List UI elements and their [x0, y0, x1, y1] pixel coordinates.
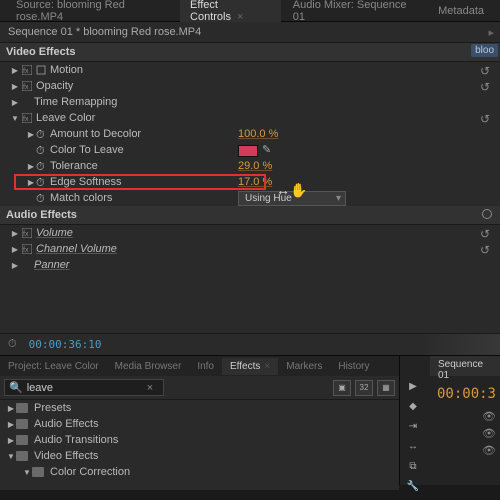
fx-icon[interactable]: fx [20, 65, 34, 75]
svg-text:fx: fx [23, 84, 29, 91]
fx-icon[interactable]: fx [20, 81, 34, 91]
timeline-scrubber[interactable] [420, 334, 500, 355]
tab-markers[interactable]: Markers [278, 358, 330, 375]
effect-opacity[interactable]: ▶ fx Opacity ↺ [0, 78, 500, 94]
clear-icon[interactable]: × [147, 382, 153, 394]
effect-time-remapping[interactable]: ▶ Time Remapping [0, 94, 500, 110]
clip-chip: bloo [471, 44, 498, 57]
match-colors-dropdown[interactable]: Using Hue [238, 191, 346, 206]
color-swatch[interactable] [238, 145, 258, 157]
ripple-tool-icon[interactable]: ⇥ [404, 418, 422, 434]
twirl-icon[interactable]: ▶ [10, 82, 20, 91]
tab-media-browser[interactable]: Media Browser [107, 358, 190, 375]
fx-icon[interactable]: fx [20, 244, 34, 254]
twirl-icon[interactable]: ▶ [26, 162, 36, 171]
eye-icon[interactable]: 👁 [482, 444, 496, 457]
fx-icon[interactable]: fx [20, 113, 34, 123]
twirl-icon[interactable]: ▶ [10, 229, 20, 238]
sequence-path: Sequence 01 * blooming Red rose.MP4 ▸ [0, 22, 500, 43]
tab-sequence[interactable]: Sequence 01 [430, 356, 500, 376]
close-icon[interactable]: × [264, 361, 270, 372]
stopwatch-icon[interactable]: ⏱ [36, 177, 48, 187]
video-effects-header: Video Effects [0, 43, 500, 62]
param-match-colors[interactable]: ⏱ Match colors Using Hue [0, 190, 500, 206]
effect-volume[interactable]: ▶ fx Volume ↺ [0, 225, 500, 241]
reset-icon[interactable]: ↺ [480, 80, 490, 94]
param-color-to-leave[interactable]: ⏱ Color To Leave ✎ [0, 142, 500, 158]
slip-tool-icon[interactable]: ⧉ [404, 458, 422, 474]
svg-text:fx: fx [23, 68, 29, 75]
folder-icon [16, 435, 28, 445]
twirl-icon[interactable]: ▶ [10, 98, 20, 107]
effect-channel-volume[interactable]: ▶ fx Channel Volume ↺ [0, 241, 500, 257]
stopwatch-icon[interactable]: ⏱ [36, 129, 48, 139]
eye-icon[interactable]: 👁 [482, 410, 496, 423]
yuv-icon[interactable]: ▦ [377, 380, 395, 396]
tab-history[interactable]: History [330, 358, 377, 375]
effect-leave-color[interactable]: ▼ fx Leave Color ↺ [0, 110, 500, 126]
tab-info[interactable]: Info [189, 358, 222, 375]
svg-text:fx: fx [23, 231, 29, 238]
reset-icon[interactable]: ↺ [480, 243, 490, 257]
folder-audio-effects[interactable]: ▶Audio Effects [0, 416, 399, 432]
folder-icon [16, 403, 28, 413]
folder-presets[interactable]: ▶Presets [0, 400, 399, 416]
reset-icon[interactable]: ↺ [480, 112, 490, 126]
folder-icon [32, 467, 44, 477]
reset-icon[interactable]: ↺ [480, 227, 490, 241]
transform-icon[interactable] [34, 65, 48, 75]
reset-icon[interactable]: ↺ [480, 64, 490, 78]
track-tool-icon[interactable]: ↔ [404, 438, 422, 454]
eye-icon[interactable]: 👁 [482, 427, 496, 440]
effect-motion[interactable]: ▶ fx Motion ↺ [0, 62, 500, 78]
stopwatch-icon[interactable]: ⏱ [36, 193, 48, 203]
search-input[interactable]: 🔍 × [4, 379, 164, 396]
svg-text:fx: fx [23, 116, 29, 123]
tab-project[interactable]: Project: Leave Color [0, 358, 107, 375]
timeline-bar: ⏱ 00:00:36:10 [0, 333, 500, 355]
sequence-timecode[interactable]: 00:00:3 [437, 386, 496, 402]
param-edge-softness[interactable]: ▶ ⏱ Edge Softness 17.0 % [0, 174, 500, 190]
marker-tool-icon[interactable]: ◆ [404, 398, 422, 414]
wrench-icon[interactable]: 🔧 [404, 478, 422, 494]
stopwatch-icon[interactable]: ⏱ [36, 161, 48, 171]
eyedropper-icon[interactable]: ✎ [262, 144, 271, 156]
folder-icon [16, 419, 28, 429]
twirl-icon[interactable]: ▶ [10, 261, 20, 270]
value-amount[interactable]: 100.0 % [238, 128, 278, 140]
search-icon: 🔍 [9, 381, 23, 394]
twirl-icon[interactable]: ▶ [10, 245, 20, 254]
folder-icon [16, 451, 28, 461]
value-tolerance[interactable]: 29.0 % [238, 160, 272, 172]
tab-effects[interactable]: Effects× [222, 358, 278, 375]
folder-color-correction[interactable]: ▼Color Correction [0, 464, 399, 480]
effect-panner[interactable]: ▶ Panner [0, 257, 500, 273]
target-icon [482, 209, 492, 219]
svg-text:fx: fx [23, 247, 29, 254]
fx-32-icon[interactable]: 32 [355, 380, 373, 396]
folder-audio-transitions[interactable]: ▶Audio Transitions [0, 432, 399, 448]
stopwatch-icon[interactable]: ⏱ [8, 338, 17, 351]
audio-effects-header: Audio Effects [0, 206, 500, 225]
value-edge-softness[interactable]: 17.0 % [238, 176, 272, 188]
current-timecode[interactable]: 00:00:36:10 [29, 338, 102, 351]
param-tolerance[interactable]: ▶ ⏱ Tolerance 29.0 % [0, 158, 500, 174]
twirl-icon[interactable]: ▶ [26, 178, 36, 187]
selection-tool-icon[interactable]: ▶ [404, 378, 422, 394]
twirl-icon[interactable]: ▶ [10, 66, 20, 75]
fx-badge-icon[interactable]: ▣ [333, 380, 351, 396]
param-amount-to-decolor[interactable]: ▶ ⏱ Amount to Decolor 100.0 % [0, 126, 500, 142]
fx-icon[interactable]: fx [20, 228, 34, 238]
tab-metadata[interactable]: Metadata [428, 1, 494, 21]
stopwatch-icon[interactable]: ⏱ [36, 145, 48, 155]
panel-menu-icon[interactable]: ▸ [488, 26, 494, 39]
search-field[interactable] [27, 382, 147, 394]
folder-video-effects[interactable]: ▼Video Effects [0, 448, 399, 464]
twirl-icon[interactable]: ▼ [10, 114, 20, 123]
twirl-icon[interactable]: ▶ [26, 130, 36, 139]
